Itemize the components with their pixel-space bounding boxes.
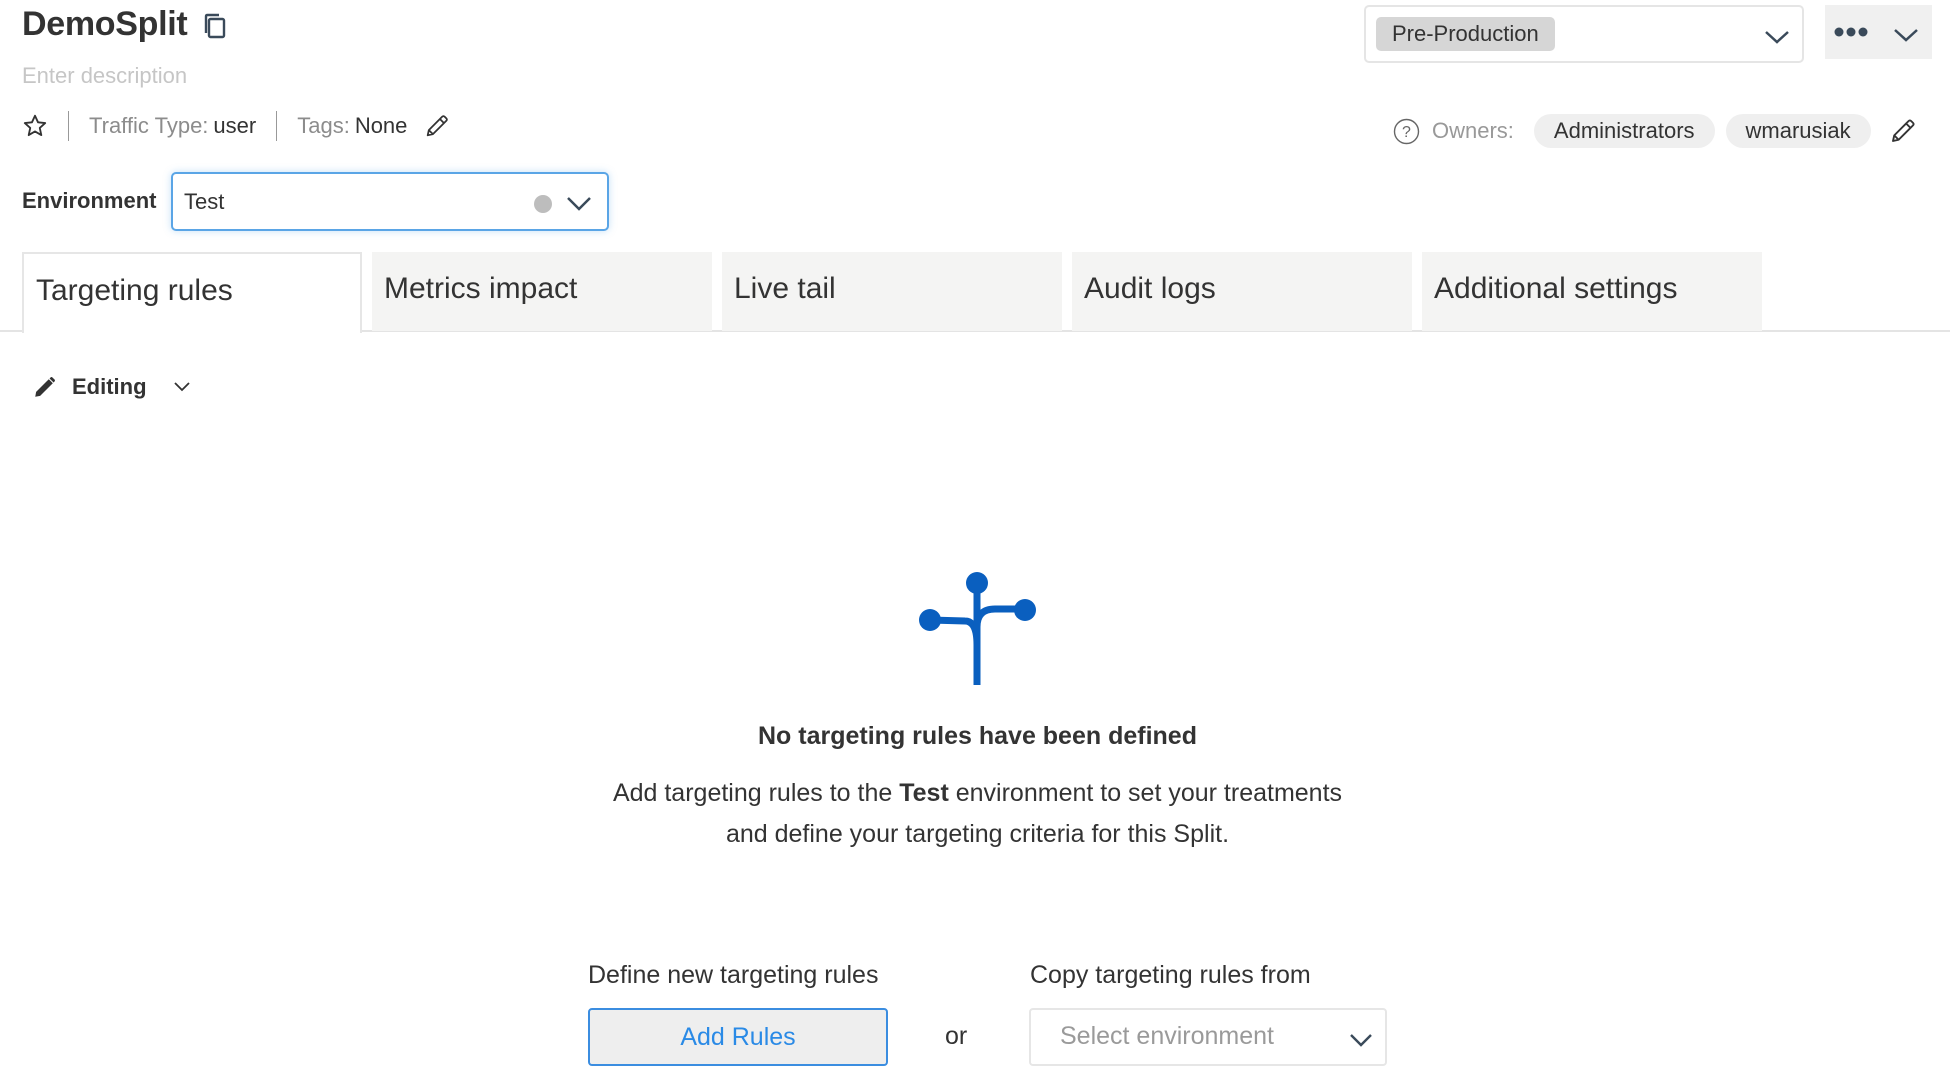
owners-row: ? Owners: Administrators wmarusiak (1393, 114, 1918, 148)
empty-state-line-1: Add targeting rules to the Test environm… (0, 773, 1950, 814)
tab-audit-logs[interactable]: Audit logs (1072, 252, 1412, 331)
owners-label: Owners: (1432, 118, 1514, 143)
copy-rules-label: Copy targeting rules from (1030, 961, 1311, 989)
desc-text: Add targeting rules to the (612, 779, 900, 807)
edit-owners-pencil-icon[interactable] (1888, 116, 1918, 146)
edit-tags-pencil-icon[interactable] (423, 112, 451, 140)
traffic-type-label: Traffic Type: (89, 113, 209, 138)
split-title: DemoSplit (22, 5, 188, 43)
split-tree-icon (910, 565, 1040, 690)
star-icon[interactable] (22, 113, 48, 139)
desc-text: environment to set your treatments (948, 779, 1343, 807)
desc-env-name: Test (899, 779, 949, 807)
divider (68, 111, 69, 141)
or-separator: or (945, 1022, 968, 1050)
pencil-icon (32, 374, 58, 400)
empty-state-line-2: and define your targeting criteria for t… (725, 820, 1230, 848)
tab-live-tail[interactable]: Live tail (722, 252, 1062, 331)
tab-additional-settings[interactable]: Additional settings (1422, 252, 1762, 331)
tab-targeting-rules[interactable]: Targeting rules (22, 252, 362, 333)
define-rules-label: Define new targeting rules (588, 961, 879, 989)
traffic-type-value: user (213, 113, 257, 138)
tags-label: Tags: (297, 113, 350, 138)
environment-status-dot (534, 195, 552, 213)
editing-label: Editing (72, 374, 147, 399)
tags-value: None (354, 113, 408, 138)
divider (276, 111, 278, 141)
chevron-down-icon (1764, 29, 1790, 45)
more-actions-button[interactable] (1825, 5, 1932, 59)
environment-value: Test (184, 189, 225, 214)
copy-from-environment-select[interactable]: Select environment (1029, 1008, 1387, 1066)
add-rules-button[interactable]: Add Rules (588, 1008, 888, 1066)
chevron-down-icon (1349, 1033, 1373, 1047)
copy-icon[interactable] (202, 12, 228, 40)
chevron-down-icon (566, 194, 592, 212)
select-environment-placeholder: Select environment (1060, 1022, 1275, 1050)
empty-state-title: No targeting rules have been defined (758, 722, 1197, 750)
help-icon[interactable]: ? (1393, 118, 1420, 145)
empty-state-description: Add targeting rules to the Test environm… (0, 773, 1950, 855)
meta-row: Traffic Type: user Tags: None (22, 110, 451, 142)
editing-mode-dropdown[interactable]: Editing (32, 372, 191, 402)
environment-select[interactable]: Test (171, 172, 609, 231)
owner-chip: Administrators (1533, 114, 1715, 148)
workspace-badge: Pre-Production (1376, 17, 1555, 51)
workspace-select[interactable]: Pre-Production (1364, 5, 1804, 63)
environment-label: Environment (22, 188, 157, 213)
more-dots-icon (1833, 25, 1869, 39)
svg-text:?: ? (1402, 124, 1411, 141)
owner-chip: wmarusiak (1725, 114, 1871, 148)
description-input[interactable]: Enter description (22, 62, 187, 90)
chevron-down-icon (1893, 27, 1919, 43)
tab-metrics-impact[interactable]: Metrics impact (372, 252, 712, 331)
chevron-down-icon (173, 381, 191, 393)
